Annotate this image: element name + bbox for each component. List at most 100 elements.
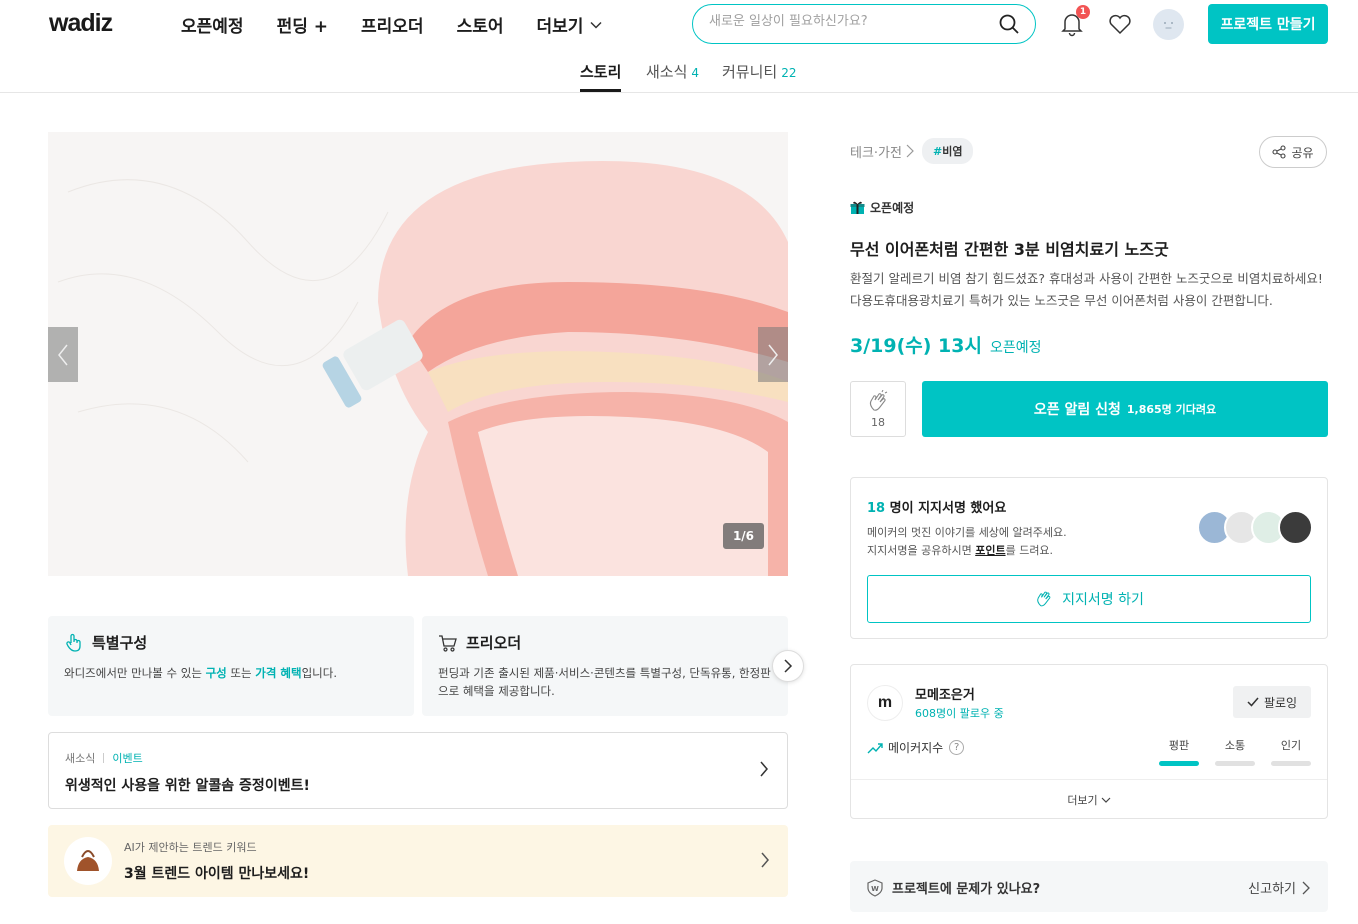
hand-pointer-icon [66, 633, 81, 652]
clap-button[interactable]: 18 [850, 381, 906, 437]
chevron-down-icon [590, 21, 602, 29]
metric-popularity: 인기 [1271, 737, 1311, 766]
chevron-right-icon [1302, 881, 1310, 894]
follow-button[interactable]: 팔로잉 [1233, 686, 1311, 718]
support-signature-box: 18 명이 지지서명 했어요 메이커의 멋진 이야기를 세상에 알려주세요. 지… [850, 477, 1328, 639]
search-input[interactable] [709, 14, 989, 29]
main-nav: 오픈예정 펀딩 + 프리오더 스토어 더보기 [181, 12, 636, 37]
bag-icon [77, 850, 99, 871]
feature-desc: 펀딩과 기존 출시된 제품·서비스·콘텐츠를 특별구성, 단독유통, 한정판으로… [438, 666, 771, 698]
clap-count: 18 [871, 415, 885, 429]
status-label: 오픈예정 [870, 201, 915, 215]
nav-open-soon[interactable]: 오픈예정 [181, 12, 244, 37]
chevron-right-icon [784, 659, 793, 673]
nav-store[interactable]: 스토어 [457, 12, 504, 37]
top-header: wadiz 오픈예정 펀딩 + 프리오더 스토어 더보기 1 프로젝트 만들기 [0, 0, 1358, 48]
metric-communication: 소통 [1215, 737, 1255, 766]
user-avatar[interactable] [1153, 9, 1184, 40]
image-counter: 1/6 [723, 523, 764, 549]
trend-subtitle: AI가 제안하는 트렌드 키워드 [124, 841, 257, 854]
heart-icon[interactable] [1108, 13, 1132, 35]
chevron-right-icon [768, 344, 778, 365]
tab-count: 22 [781, 66, 797, 80]
avatar [1278, 510, 1313, 545]
nasal-anatomy-illustration [48, 132, 788, 576]
search-icon[interactable] [998, 13, 1020, 35]
report-action-label: 신고하기 [1248, 882, 1296, 897]
tab-label: 커뮤니티 [722, 63, 778, 81]
tab-news[interactable]: 새소식 4 [646, 61, 699, 82]
trend-thumbnail [64, 837, 112, 885]
feature-card-preorder[interactable]: 프리오더 펀딩과 기존 출시된 제품·서비스·콘텐츠를 특별구성, 단독유통, … [422, 616, 788, 716]
maker-followers: 608명이 팔로우 중 [915, 707, 1004, 720]
clap-icon [869, 389, 888, 411]
shield-icon: W [867, 878, 883, 897]
feature-card-special[interactable]: 특별구성 와디즈에서만 만나볼 수 있는 구성 또는 가격 혜택입니다. [48, 616, 414, 716]
support-heading: 18 명이 지지서명 했어요 [867, 501, 1007, 516]
feature-title-text: 특별구성 [92, 634, 148, 652]
trend-up-icon [867, 742, 883, 753]
maker-index-label: 메이커지수 [888, 741, 944, 755]
support-signature-button[interactable]: 지지서명 하기 [867, 575, 1311, 623]
chevron-down-icon [1101, 797, 1111, 803]
gift-icon [850, 201, 865, 214]
maker-more-button[interactable]: 더보기 [851, 779, 1327, 819]
share-icon [1272, 145, 1287, 159]
chevron-right-icon [761, 852, 769, 868]
hero-prev-button[interactable] [48, 327, 78, 382]
wadiz-logo[interactable]: wadiz [49, 9, 113, 38]
news-label: 새소식 [65, 752, 96, 765]
tab-community[interactable]: 커뮤니티 22 [722, 61, 796, 82]
nav-more-label: 더보기 [536, 17, 584, 37]
supporter-avatars [1197, 510, 1313, 546]
report-action[interactable]: 신고하기 [1248, 878, 1310, 897]
notification-badge: 1 [1076, 5, 1090, 19]
breadcrumb: 테크·가전 #비염 [850, 138, 974, 164]
hero-next-button[interactable] [758, 327, 788, 382]
hero-image-carousel: 1/6 [48, 132, 788, 576]
maker-name[interactable]: 모메조은거 [915, 684, 975, 703]
more-label: 더보기 [1067, 793, 1098, 807]
feature-desc: 와디즈에서만 만나볼 수 있는 구성 또는 가격 혜택입니다. [64, 666, 337, 680]
feature-title: 프리오더 [438, 632, 772, 653]
tab-label: 스토리 [580, 63, 622, 81]
cart-icon [439, 634, 457, 652]
report-question: W 프로젝트에 문제가 있나요? [866, 878, 1040, 897]
project-tabs: 스토리 새소식 4 커뮤니티 22 [0, 48, 1358, 93]
tab-label: 새소식 [646, 63, 688, 81]
news-meta: 새소식 이벤트 [65, 750, 771, 766]
clap-icon [1037, 591, 1051, 607]
tag-label: 비염 [942, 145, 963, 158]
maker-logo[interactable]: m [867, 685, 903, 721]
metric-reputation: 평판 [1159, 737, 1199, 766]
report-question-text: 프로젝트에 문제가 있나요? [892, 882, 1041, 897]
support-description: 메이커의 멋진 이야기를 세상에 알려주세요. 지지서명을 공유하시면 포인트를… [867, 526, 1067, 557]
open-alarm-button[interactable]: 오픈 알림 신청 1,865명 기다려요 [922, 381, 1328, 437]
feature-next-button[interactable] [772, 650, 804, 682]
check-icon [1247, 697, 1259, 707]
news-card[interactable]: 새소식 이벤트 위생적인 사용을 위한 알콜솜 증정이벤트! [48, 732, 788, 809]
feature-title: 특별구성 [64, 632, 398, 653]
open-date-value: 3/19(수) 13시 [850, 335, 982, 357]
trend-title: 3월 트렌드 아이템 만나보세요! [124, 866, 310, 882]
follow-label: 팔로잉 [1263, 695, 1298, 710]
tag-chip[interactable]: #비염 [921, 138, 974, 164]
nav-more[interactable]: 더보기 [537, 12, 604, 37]
divider [103, 753, 105, 763]
trend-banner[interactable]: AI가 제안하는 트렌드 키워드 3월 트렌드 아이템 만나보세요! [48, 825, 788, 897]
breadcrumb-category[interactable]: 테크·가전 [850, 142, 902, 161]
report-card[interactable]: W 프로젝트에 문제가 있나요? 신고하기 [850, 861, 1328, 912]
nav-preorder[interactable]: 프리오더 [361, 12, 424, 37]
share-label: 공유 [1291, 145, 1314, 160]
help-icon[interactable]: ? [949, 740, 965, 755]
tab-story[interactable]: 스토리 [580, 61, 622, 92]
support-button-label: 지지서명 하기 [1062, 592, 1144, 608]
avatar-face-icon [1164, 22, 1173, 29]
open-date: 3/19(수) 13시 오픈예정 [850, 331, 1042, 358]
alarm-count: 1,865명 기다려요 [1126, 403, 1217, 416]
nav-funding[interactable]: 펀딩 + [277, 12, 328, 37]
share-button[interactable]: 공유 [1259, 136, 1327, 168]
create-project-button[interactable]: 프로젝트 만들기 [1208, 4, 1328, 44]
alarm-label: 오픈 알림 신청 [1033, 402, 1121, 418]
chevron-right-icon [906, 144, 914, 158]
